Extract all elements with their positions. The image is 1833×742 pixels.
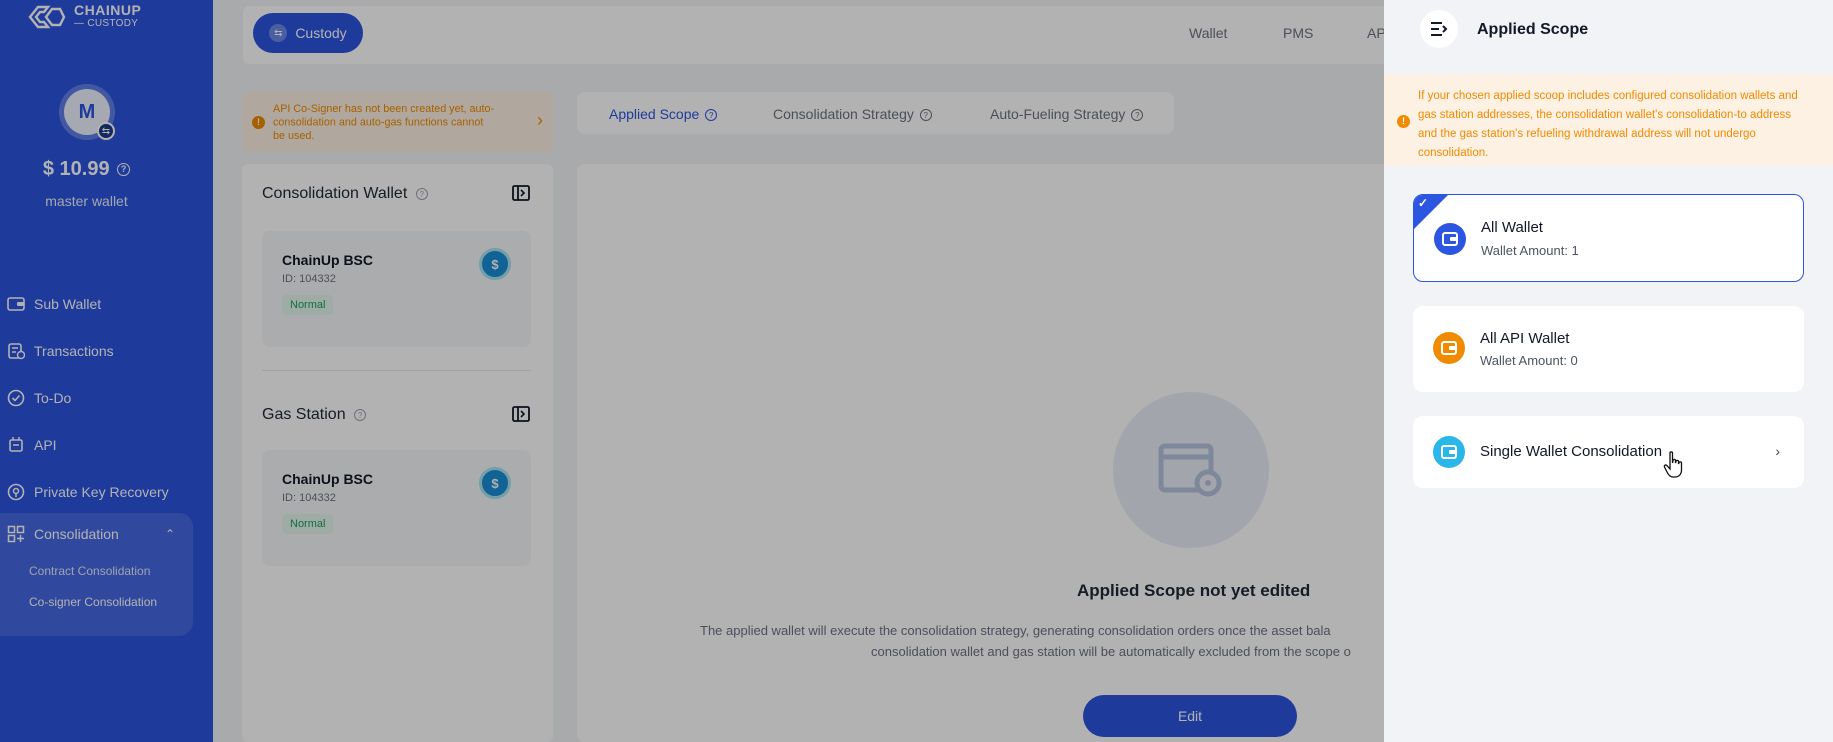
- modal-overlay[interactable]: [0, 0, 1384, 742]
- warning-line: If your chosen applied scoop includes co…: [1418, 90, 1798, 102]
- check-icon: ✓: [1418, 196, 1429, 210]
- menu-collapse-icon: [1431, 22, 1448, 36]
- warning-line: gas station addresses, the consolidation…: [1418, 109, 1791, 121]
- option-title: All API Wallet: [1480, 330, 1570, 347]
- scope-option-all-wallet[interactable]: ✓ All Wallet Wallet Amount: 1: [1413, 194, 1804, 282]
- applied-scope-drawer: Applied Scope ! If your chosen applied s…: [1384, 0, 1833, 742]
- option-title: All Wallet: [1481, 219, 1543, 236]
- option-title: Single Wallet Consolidation: [1480, 443, 1663, 460]
- collapse-drawer-button[interactable]: [1420, 10, 1458, 48]
- warning-line: consolidation.: [1418, 147, 1489, 159]
- wallet-icon: [1434, 223, 1466, 255]
- warning-icon: !: [1397, 115, 1410, 128]
- drawer-header: Applied Scope: [1384, 0, 1833, 74]
- applied-scope-warning: ! If your chosen applied scoop includes …: [1384, 74, 1833, 166]
- warning-line: and the gas station's refueling withdraw…: [1418, 128, 1756, 140]
- scope-option-all-api-wallet[interactable]: All API Wallet Wallet Amount: 0: [1413, 306, 1804, 392]
- wallet-icon: [1433, 332, 1465, 364]
- applied-scope-warning-text: If your chosen applied scoop includes co…: [1418, 87, 1823, 163]
- drawer-title: Applied Scope: [1477, 21, 1589, 38]
- option-subtitle: Wallet Amount: 0: [1480, 353, 1578, 368]
- hand-pointer-icon: [1663, 451, 1683, 478]
- scope-option-single-wallet-consolidation[interactable]: Single Wallet Consolidation ›: [1413, 416, 1804, 488]
- option-subtitle: Wallet Amount: 1: [1481, 243, 1579, 258]
- wallet-icon: [1433, 436, 1465, 468]
- chevron-right-icon[interactable]: ›: [1775, 443, 1780, 459]
